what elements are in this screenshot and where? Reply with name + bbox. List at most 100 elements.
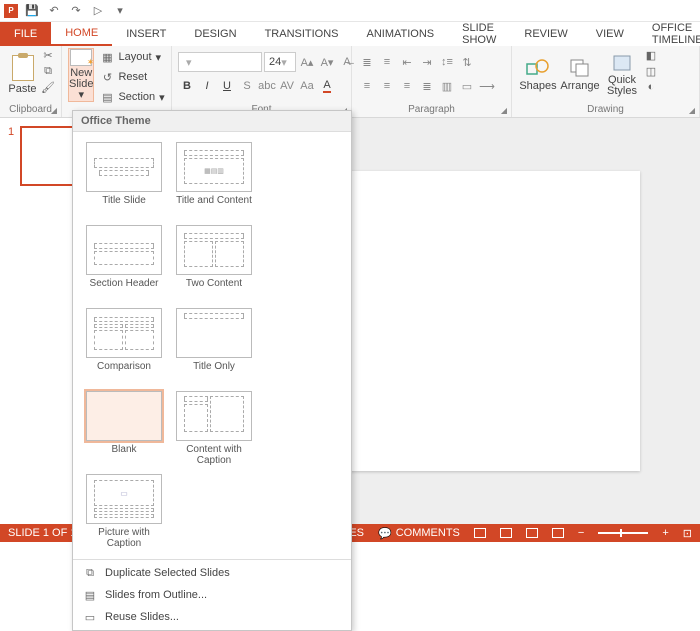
layout-picture-caption[interactable]: ▭ Picture with Caption: [79, 470, 169, 553]
drawing-launcher-icon[interactable]: ◢: [687, 105, 697, 115]
tab-home[interactable]: HOME: [51, 22, 112, 46]
section-icon: ▤: [100, 90, 114, 104]
grow-font-icon[interactable]: A▴: [298, 52, 316, 72]
align-left-icon[interactable]: ≡: [358, 76, 376, 96]
paragraph-launcher-icon[interactable]: ◢: [499, 105, 509, 115]
strike-button[interactable]: abc: [258, 76, 276, 96]
bold-button[interactable]: B: [178, 76, 196, 96]
slides-from-outline-item[interactable]: ▤Slides from Outline...: [73, 584, 351, 606]
layout-comparison[interactable]: Comparison: [79, 304, 169, 387]
layout-title-slide[interactable]: Title Slide: [79, 138, 169, 221]
reset-icon: ↺: [100, 70, 114, 84]
layout-label: Title Slide: [102, 195, 146, 217]
cut-icon[interactable]: ✂: [41, 48, 55, 62]
quick-styles-label: Quick Styles: [602, 75, 642, 97]
duplicate-icon: ⧉: [83, 566, 97, 580]
tab-slideshow[interactable]: SLIDE SHOW: [448, 22, 510, 46]
indent-more-icon[interactable]: ⇥: [418, 52, 436, 72]
font-name-input[interactable]: ▾: [178, 52, 262, 72]
underline-button[interactable]: U: [218, 76, 236, 96]
qat-more-icon[interactable]: ▾: [112, 3, 128, 19]
comments-button[interactable]: 💬 COMMENTS: [378, 527, 460, 540]
line-spacing-icon[interactable]: ↕≡: [438, 52, 456, 72]
layout-button[interactable]: ▦Layout ▾: [96, 48, 168, 66]
reset-button[interactable]: ↺Reset: [96, 68, 168, 86]
layout-label: Blank: [111, 444, 136, 466]
bullets-icon[interactable]: ≣: [358, 52, 376, 72]
numbering-icon[interactable]: ≡: [378, 52, 396, 72]
arrange-button[interactable]: Arrange: [560, 48, 600, 102]
tab-transitions[interactable]: TRANSITIONS: [251, 22, 353, 46]
undo-icon[interactable]: ↶: [46, 3, 62, 19]
group-clipboard: Paste ✂ ⧉ 🖌 Clipboard ◢: [0, 46, 62, 117]
tab-review[interactable]: REVIEW: [510, 22, 581, 46]
paste-icon: [12, 55, 34, 81]
clipboard-launcher-icon[interactable]: ◢: [49, 105, 59, 115]
justify-icon[interactable]: ≣: [418, 76, 436, 96]
italic-button[interactable]: I: [198, 76, 216, 96]
new-slide-button[interactable]: New Slide ▾: [68, 48, 94, 102]
reading-view-icon[interactable]: [526, 528, 538, 538]
shape-effects-icon[interactable]: ◐: [644, 80, 658, 94]
paste-label: Paste: [8, 83, 36, 95]
reuse-icon: ▭: [83, 610, 97, 624]
duplicate-slides-item[interactable]: ⧉Duplicate Selected Slides: [73, 562, 351, 584]
normal-view-icon[interactable]: [474, 528, 486, 538]
tab-animations[interactable]: ANIMATIONS: [353, 22, 449, 46]
new-slide-dropdown: Office Theme Title Slide ▦▤▥ Title and C…: [72, 110, 352, 631]
slideshow-view-icon[interactable]: [552, 528, 564, 538]
shadow-button[interactable]: S: [238, 76, 256, 96]
tab-office-timeline[interactable]: OFFICE TIMELINE+: [638, 22, 700, 46]
layout-label: Picture with Caption: [83, 527, 165, 549]
tab-design[interactable]: DESIGN: [180, 22, 250, 46]
layout-title-content[interactable]: ▦▤▥ Title and Content: [169, 138, 259, 221]
zoom-slider[interactable]: [598, 532, 648, 534]
quick-styles-button[interactable]: Quick Styles: [602, 48, 642, 102]
layout-section-header[interactable]: Section Header: [79, 221, 169, 304]
case-button[interactable]: Aa: [298, 76, 316, 96]
redo-icon[interactable]: ↷: [68, 3, 84, 19]
shapes-button[interactable]: Shapes: [518, 48, 558, 102]
columns-icon[interactable]: ▥: [438, 76, 456, 96]
zoom-out-icon[interactable]: −: [578, 527, 584, 539]
sorter-view-icon[interactable]: [500, 528, 512, 538]
slide-counter: SLIDE 1 OF 1: [8, 527, 76, 539]
fit-window-icon[interactable]: ⊡: [683, 527, 692, 540]
spacing-button[interactable]: AV: [278, 76, 296, 96]
reuse-slides-item[interactable]: ▭Reuse Slides...: [73, 606, 351, 628]
shape-fill-icon[interactable]: ◧: [644, 48, 658, 62]
layout-grid: Title Slide ▦▤▥ Title and Content Sectio…: [73, 132, 351, 559]
save-icon[interactable]: 💾: [24, 3, 40, 19]
layout-label: Content with Caption: [173, 444, 255, 466]
start-slideshow-icon[interactable]: ▷: [90, 3, 106, 19]
paste-button[interactable]: Paste: [6, 48, 39, 102]
shape-outline-icon[interactable]: ◫: [644, 64, 658, 78]
paragraph-group-label: Paragraph: [358, 104, 505, 117]
group-paragraph: ≣ ≡ ⇤ ⇥ ↕≡ ⇅ ≡ ≡ ≡ ≣ ▥ ▭ ⟶ Paragraph ◢: [352, 46, 512, 117]
title-bar: P 💾 ↶ ↷ ▷ ▾: [0, 0, 700, 22]
align-text-icon[interactable]: ▭: [458, 76, 476, 96]
tab-insert[interactable]: INSERT: [112, 22, 180, 46]
shrink-font-icon[interactable]: A▾: [318, 52, 336, 72]
copy-icon[interactable]: ⧉: [41, 64, 55, 78]
format-painter-icon[interactable]: 🖌: [41, 80, 55, 94]
align-center-icon[interactable]: ≡: [378, 76, 396, 96]
arrange-icon: [569, 58, 591, 78]
zoom-in-icon[interactable]: +: [662, 527, 668, 539]
layout-blank[interactable]: Blank: [79, 387, 169, 470]
text-direction-icon[interactable]: ⇅: [458, 52, 476, 72]
layout-label: Two Content: [186, 278, 242, 300]
smartart-icon[interactable]: ⟶: [478, 76, 496, 96]
tab-view[interactable]: VIEW: [582, 22, 638, 46]
font-size-input[interactable]: 24 ▾: [264, 52, 296, 72]
tab-file[interactable]: FILE: [0, 22, 51, 46]
font-color-button[interactable]: A: [318, 76, 336, 96]
clipboard-group-label: Clipboard: [6, 104, 55, 117]
layout-title-only[interactable]: Title Only: [169, 304, 259, 387]
indent-less-icon[interactable]: ⇤: [398, 52, 416, 72]
layout-content-caption[interactable]: Content with Caption: [169, 387, 259, 470]
align-right-icon[interactable]: ≡: [398, 76, 416, 96]
section-button[interactable]: ▤Section ▾: [96, 88, 168, 106]
layout-two-content[interactable]: Two Content: [169, 221, 259, 304]
arrange-label: Arrange: [560, 80, 599, 92]
